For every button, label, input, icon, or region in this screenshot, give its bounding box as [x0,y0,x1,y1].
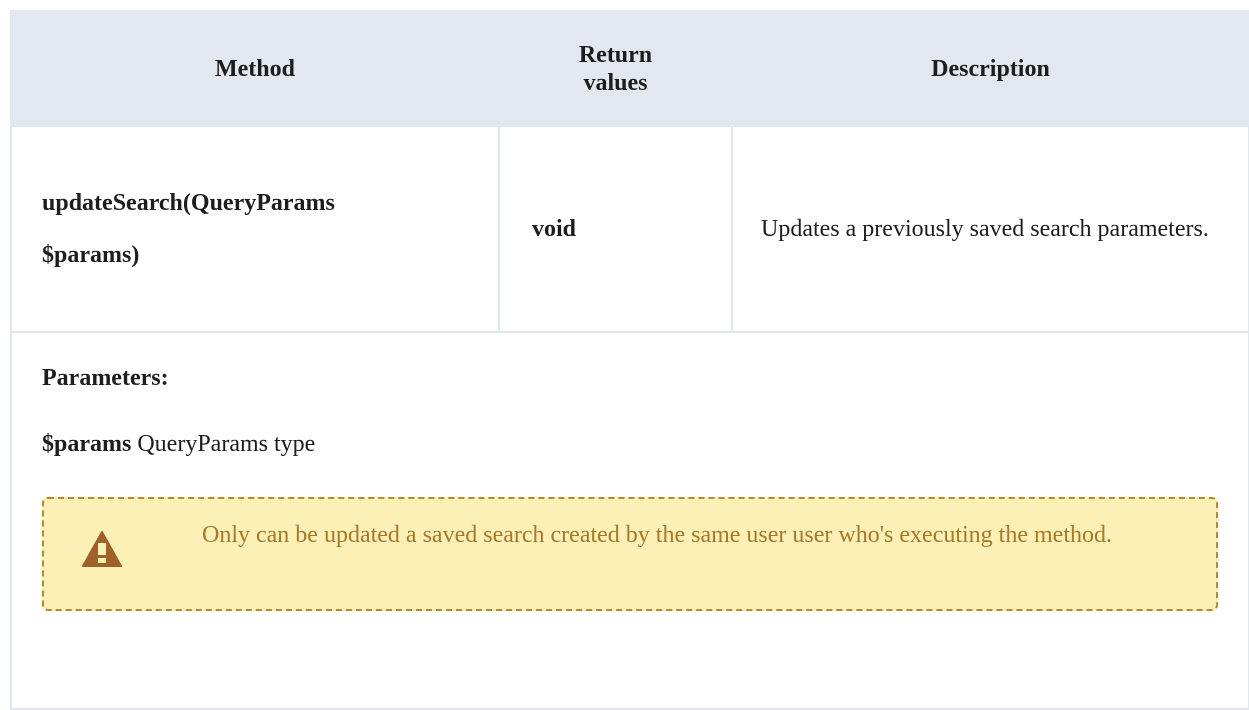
table-row: updateSearch(QueryParams $params) void U… [10,125,1249,333]
method-signature-line1: updateSearch(QueryParams [42,190,335,216]
method-description-text: Updates a previously saved search parame… [761,216,1209,242]
header-return-values-label: Return values [578,41,653,96]
method-table: Method Return values Description updateS… [10,10,1249,710]
parameter-name: $params [42,431,132,457]
parameter-type: QueryParams type [137,431,316,457]
return-value: void [498,125,733,333]
details-row: Parameters: $params QueryParams type Onl… [10,331,1249,710]
header-method: Method [10,10,500,127]
warning-callout: Only can be updated a saved search creat… [42,497,1218,611]
table-header-row: Method Return values Description [10,10,1249,127]
header-return-values: Return values [498,10,733,127]
header-description: Description [731,10,1249,127]
details-panel: Parameters: $params QueryParams type Onl… [12,333,1248,693]
parameters-heading: Parameters: [42,365,169,391]
method-description: Updates a previously saved search parame… [731,125,1249,333]
parameter-line: $params QueryParams type [42,431,315,458]
method-signature: updateSearch(QueryParams $params) [10,125,500,333]
warning-text: Only can be updated a saved search creat… [202,522,1112,548]
method-signature-line2: $params) [42,242,140,268]
warning-triangle-icon [82,531,122,567]
details-cell: Parameters: $params QueryParams type Onl… [10,331,1249,710]
